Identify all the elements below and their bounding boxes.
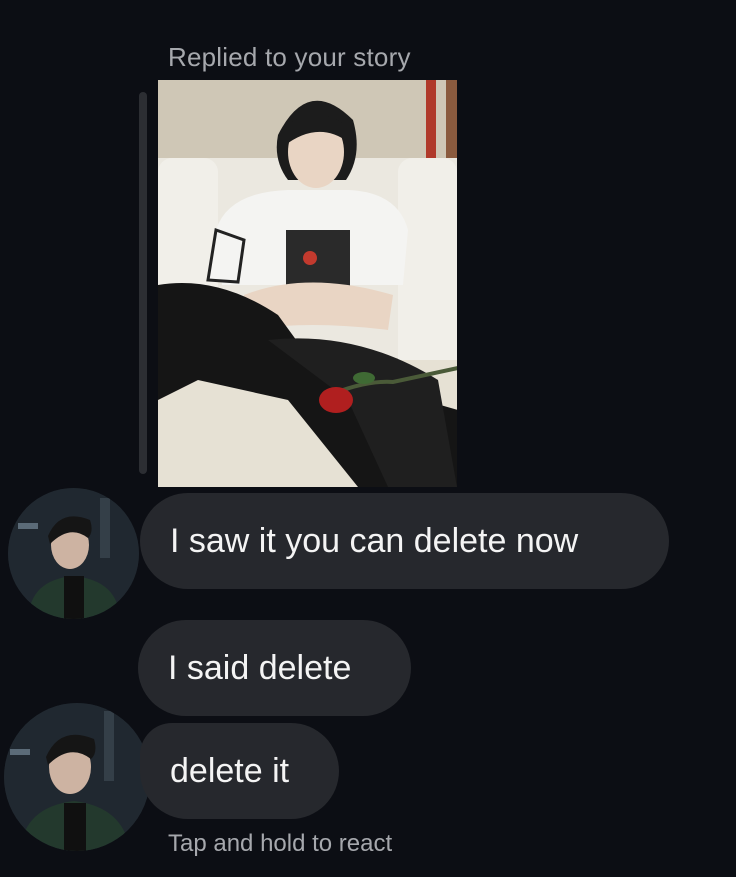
- story-preview-image[interactable]: [158, 80, 457, 487]
- dm-conversation: Replied to your story I saw it you can d…: [0, 0, 736, 877]
- sender-avatar[interactable]: [4, 703, 150, 851]
- message-bubble[interactable]: I saw it you can delete now: [140, 493, 669, 589]
- story-reply-indicator-bar: [139, 92, 147, 474]
- story-reply-label: Replied to your story: [168, 42, 411, 72]
- message-bubble[interactable]: delete it: [140, 723, 339, 819]
- tap-hold-hint: Tap and hold to react: [168, 830, 393, 857]
- sender-avatar[interactable]: [8, 488, 139, 619]
- message-bubble[interactable]: I said delete: [138, 620, 411, 716]
